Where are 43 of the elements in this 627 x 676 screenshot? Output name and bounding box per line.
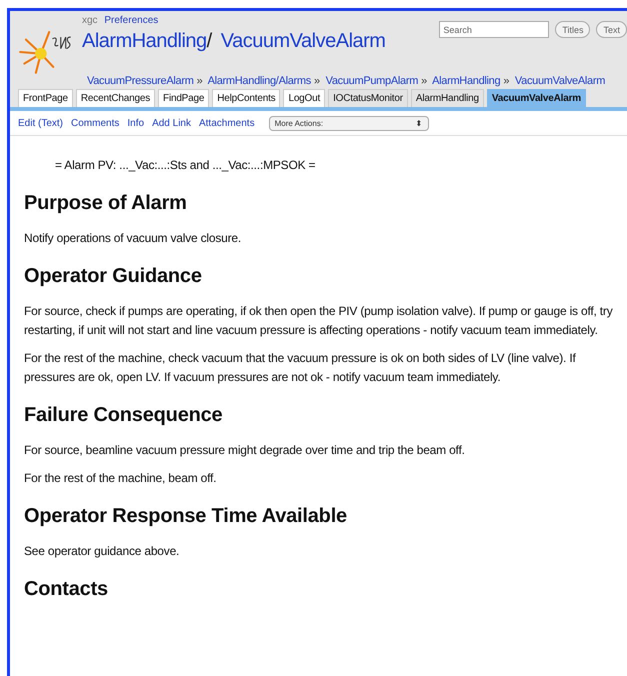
breadcrumb-link[interactable]: VacuumValveAlarm [514,75,606,87]
nav-tab[interactable]: IOCtatusMonitor [328,89,408,107]
page-title[interactable]: VacuumValveAlarm [220,30,386,52]
paragraph: For the rest of the machine, beam off. [24,470,218,487]
alarm-pv-text: = Alarm PV: ..._Vac:...:Sts and ..._Vac:...:MPSOK = [55,157,316,174]
section-heading: Contacts [24,577,109,601]
nav-tab[interactable]: AlarmHandling [410,89,484,107]
section-heading: Failure Consequence [24,403,224,427]
nav-tab[interactable]: VacuumValveAlarm [486,89,586,107]
action-link[interactable]: Info [127,118,144,129]
paragraph: See operator guidance above. [24,543,180,560]
trail-separator: » [421,75,427,87]
nav-tab[interactable]: RecentChanges [76,89,156,107]
paragraph: For source, check if pumps are operating, if ok then open the PIV (pump isolation valve). If pump or gauge is off, try restarting, if unit will not start and line vacuum pressure is affecting operations - notify vacuum team immediately. [24,303,614,339]
search-button[interactable]: Text [596,21,627,38]
trail-separator: » [196,75,202,87]
nav-tab[interactable]: LogOut [283,89,326,107]
action-link[interactable]: Comments [71,118,120,129]
nav-tab[interactable]: FindPage [158,89,210,107]
username: xgc [82,15,98,26]
nav-tab[interactable]: FrontPage [18,89,73,107]
breadcrumb-link[interactable]: AlarmHandling/Alarms [208,75,311,87]
more-actions-dropdown[interactable]: More Actions: ⬍ [268,116,429,131]
nav-tab[interactable]: HelpContents [212,89,280,107]
section-heading: Operator Guidance [24,264,203,288]
action-link[interactable]: Attachments [198,118,255,129]
breadcrumb-link[interactable]: VacuumPumpAlarm [326,75,418,87]
paragraph: For the rest of the machine, check vacuum that the vacuum pressure is ok on both sides of LV (line valve). If pressures are ok, open LV. If vacuum pressures are not ok - notify vacuum team immediately. [24,350,577,386]
title-separator: / [206,30,212,52]
search-button[interactable]: Titles [555,21,590,38]
trail-separator: » [503,75,510,87]
parent-page-link[interactable]: AlarmHandling [82,30,207,52]
paragraph: For source, beamline vacuum pressure might degrade over time and trip the beam off. [24,442,466,459]
preferences-link[interactable]: Preferences [104,15,158,26]
breadcrumb-link[interactable]: AlarmHandling [432,75,500,87]
section-heading: Operator Response Time Available [24,504,348,528]
search-field[interactable]: Search [439,21,550,38]
breadcrumb-link[interactable]: VacuumPressureAlarm [87,75,194,87]
trail-separator: » [314,75,320,87]
section-heading: Purpose of Alarm [24,191,188,215]
action-link[interactable]: Edit (Text) [18,118,64,129]
paragraph: Notify operations of vacuum valve closure. [24,230,242,247]
action-link[interactable]: Add Link [152,118,191,129]
